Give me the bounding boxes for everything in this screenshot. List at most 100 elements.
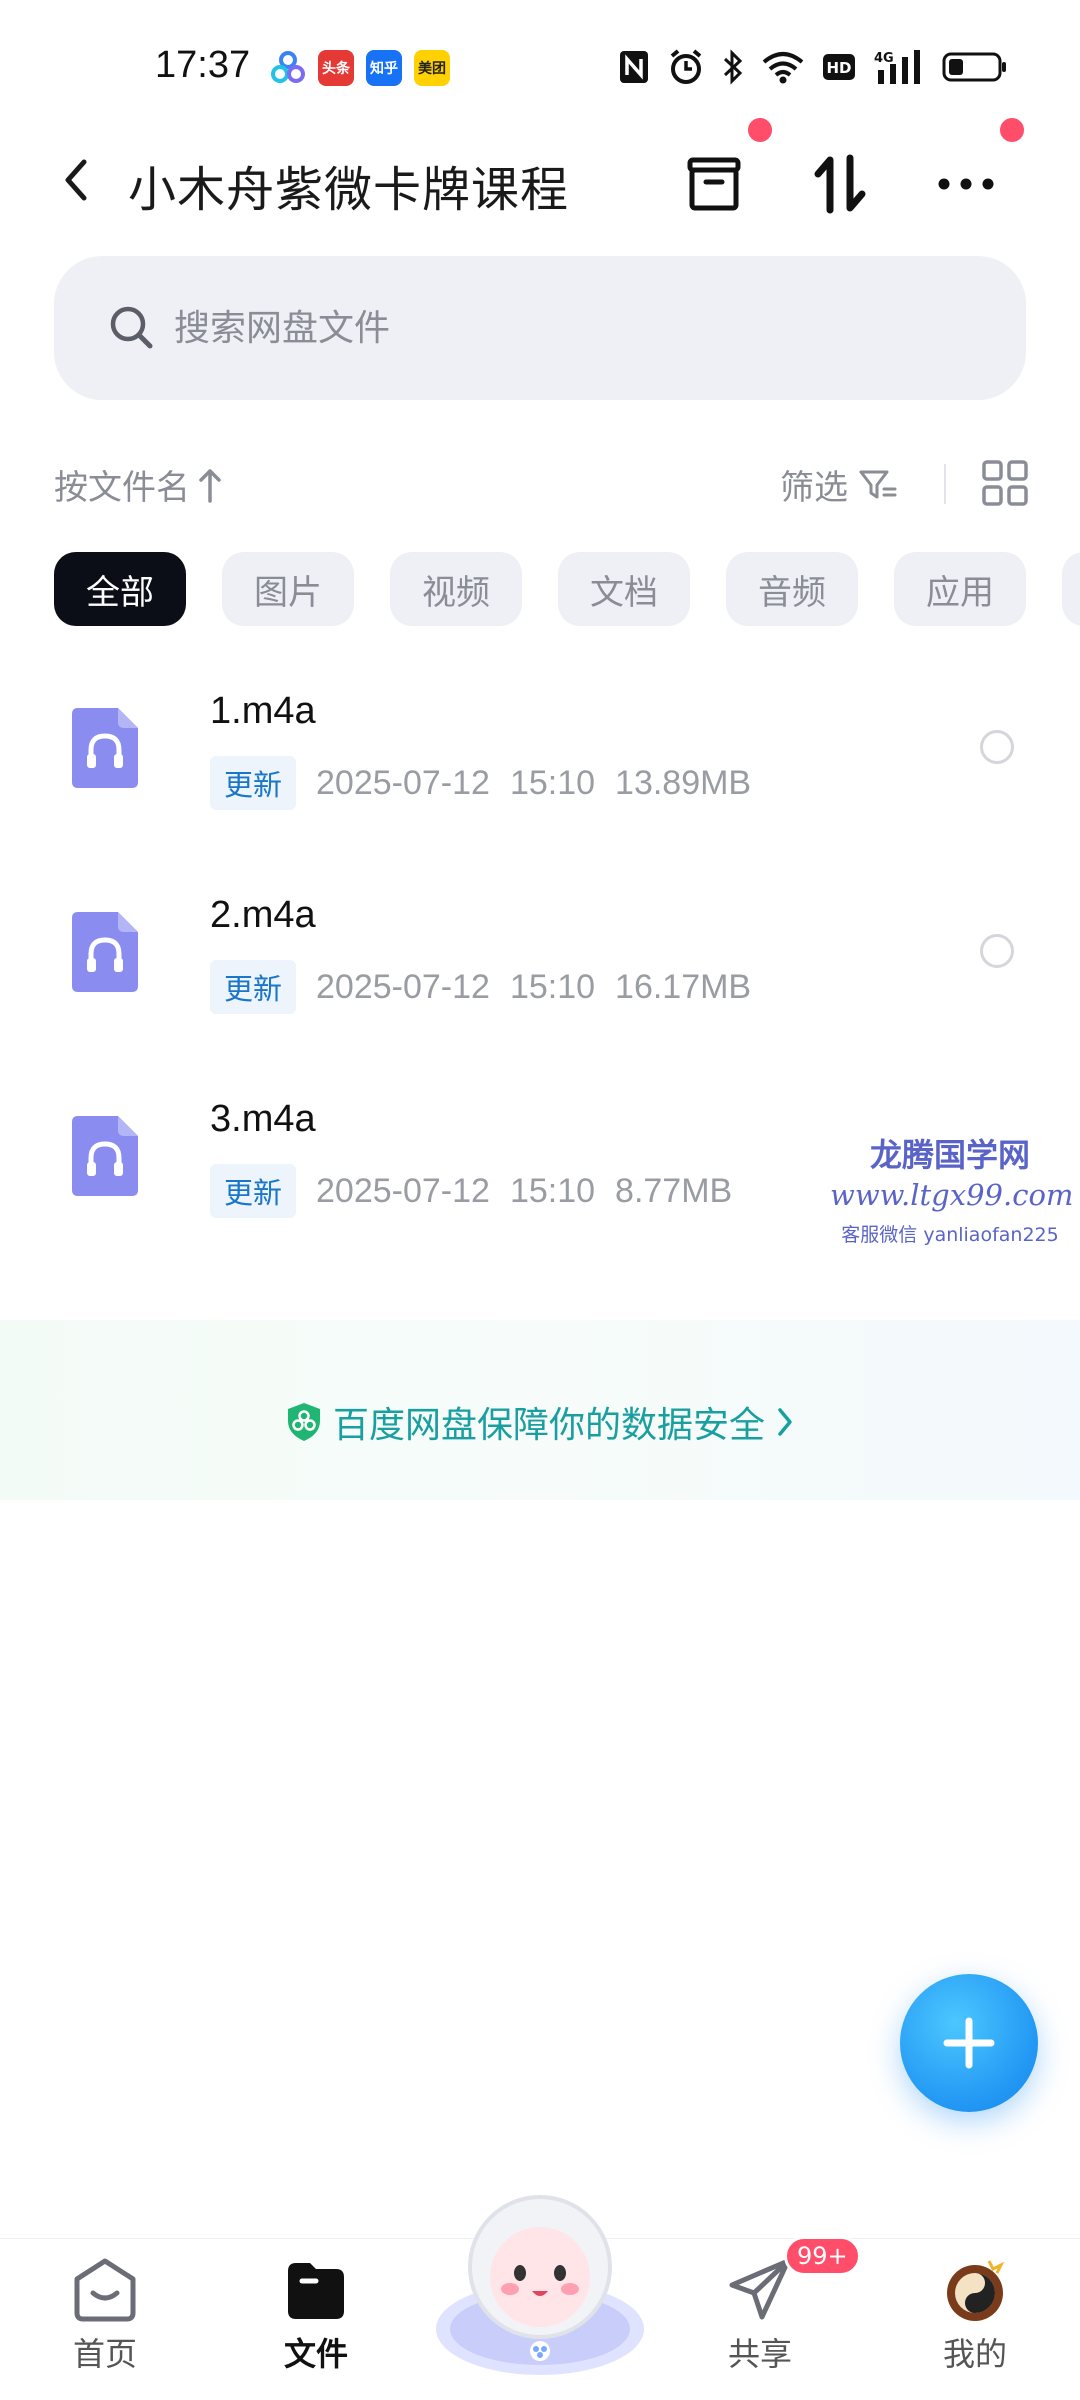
- nav-files-label: 文件: [283, 2335, 348, 2373]
- file-name: 3.m4a: [210, 1098, 316, 1140]
- watermark: 龙腾国学网 www.ltgx99.com 客服微信 yanliaofan225: [830, 1130, 1073, 1247]
- audio-file-icon: [72, 708, 138, 788]
- watermark-contact: 客服微信 yanliaofan225: [841, 1224, 1059, 1246]
- grid-view-button[interactable]: [980, 458, 1030, 508]
- file-meta: 更新 2025-07-12 15:10 13.89MB: [210, 756, 751, 810]
- chevron-right-icon: [778, 1408, 792, 1436]
- sort-filter-row: 按文件名 筛选: [0, 450, 1080, 516]
- update-tag: 更新: [210, 1164, 297, 1218]
- header: 小木舟紫微卡牌课程: [0, 118, 1080, 230]
- more-options-button[interactable]: [926, 144, 1006, 224]
- file-size: 8.77MB: [615, 1171, 733, 1210]
- nav-share[interactable]: 共享: [690, 2257, 830, 2397]
- file-name: 2.m4a: [210, 894, 316, 936]
- file-time: 15:10: [509, 1171, 596, 1210]
- page-title: 小木舟紫微卡牌课程: [128, 162, 570, 218]
- security-text: 百度网盘保障你的数据安全: [332, 1405, 765, 1446]
- list-item[interactable]: 1.m4a 更新 2025-07-12 15:10 13.89MB: [0, 660, 1080, 864]
- paper-plane-icon: [729, 2258, 791, 2320]
- chip-apps[interactable]: 应用: [894, 552, 1026, 626]
- bluetooth-icon: [722, 48, 744, 86]
- chip-more-partial[interactable]: [1062, 552, 1080, 626]
- sort-order-button[interactable]: [800, 144, 880, 224]
- meituan-app-icon: 美团: [414, 50, 450, 86]
- filter-button[interactable]: 筛选: [780, 460, 898, 509]
- back-button[interactable]: [50, 152, 100, 208]
- zhihu-app-icon: 知乎: [366, 50, 402, 86]
- search-icon: [106, 302, 158, 354]
- sort-label: 按文件名: [54, 468, 190, 508]
- shield-icon: [287, 1403, 320, 1441]
- mascot-button[interactable]: [430, 2179, 650, 2379]
- file-date: 2025-07-12: [316, 763, 490, 802]
- home-icon: [74, 2258, 136, 2322]
- grid-icon: [982, 460, 1028, 506]
- status-bar: 17:37 头条 知乎 美团 HD 4G: [0, 0, 1080, 120]
- signal-icon: 4G: [874, 48, 924, 86]
- transfer-list-button[interactable]: [674, 144, 754, 224]
- file-date: 2025-07-12: [316, 967, 490, 1006]
- alarm-icon: [668, 48, 704, 86]
- update-tag: 更新: [210, 756, 297, 810]
- nav-files[interactable]: 文件: [246, 2257, 386, 2397]
- select-radio[interactable]: [980, 730, 1014, 764]
- sort-by-name-button[interactable]: 按文件名: [54, 460, 222, 509]
- chevron-left-icon: [65, 159, 87, 201]
- arrow-up-icon: [199, 468, 221, 503]
- file-name: 1.m4a: [210, 690, 316, 732]
- nav-share-label: 共享: [727, 2335, 792, 2373]
- chip-images[interactable]: 图片: [222, 552, 354, 626]
- list-item[interactable]: 2.m4a 更新 2025-07-12 15:10 16.17MB: [0, 864, 1080, 1068]
- mascot-icon: [436, 2195, 644, 2375]
- search-bar[interactable]: [54, 256, 1026, 400]
- update-tag: 更新: [210, 960, 297, 1014]
- baidu-netdisk-app-icon: [270, 50, 306, 86]
- notification-dot: [1000, 118, 1024, 142]
- share-badge: 99+: [784, 2236, 861, 2276]
- status-indicators: HD 4G: [618, 48, 1008, 86]
- nav-home-label: 首页: [72, 2335, 137, 2373]
- file-time: 15:10: [509, 967, 596, 1006]
- audio-file-icon: [72, 1116, 138, 1196]
- wifi-icon: [762, 48, 804, 86]
- avatar: [947, 2260, 1005, 2321]
- select-radio[interactable]: [980, 934, 1014, 968]
- bottom-nav: 首页 文件 共享 我的: [0, 2195, 1080, 2400]
- file-size: 13.89MB: [615, 763, 752, 802]
- security-banner[interactable]: 百度网盘保障你的数据安全: [0, 1396, 1080, 1448]
- chip-audio[interactable]: 音频: [726, 552, 858, 626]
- search-input[interactable]: [174, 298, 974, 358]
- add-button[interactable]: [900, 1974, 1038, 2112]
- battery-icon: [942, 48, 1008, 86]
- status-time: 17:37: [155, 44, 251, 86]
- file-size: 16.17MB: [615, 967, 752, 1006]
- nav-home[interactable]: 首页: [35, 2257, 175, 2397]
- file-time: 15:10: [509, 763, 596, 802]
- plus-icon: [943, 2017, 995, 2069]
- nfc-icon: [618, 48, 650, 86]
- category-chips: 全部 图片 视频 文档 音频 应用: [54, 552, 1026, 626]
- divider: [944, 464, 946, 504]
- file-date: 2025-07-12: [316, 1171, 490, 1210]
- file-meta: 更新 2025-07-12 15:10 16.17MB: [210, 960, 751, 1014]
- nav-me-label: 我的: [942, 2335, 1007, 2373]
- filter-icon: [859, 470, 897, 498]
- more-dots-icon: [938, 178, 994, 190]
- chip-videos[interactable]: 视频: [390, 552, 522, 626]
- svg-text:HD: HD: [826, 59, 851, 77]
- toutiao-app-icon: 头条: [318, 50, 354, 86]
- filter-label: 筛选: [780, 468, 848, 508]
- status-app-icons: 头条 知乎 美团: [270, 50, 450, 86]
- notification-dot: [748, 118, 772, 142]
- chip-all[interactable]: 全部: [54, 552, 186, 626]
- chip-documents[interactable]: 文档: [558, 552, 690, 626]
- file-meta: 更新 2025-07-12 15:10 8.77MB: [210, 1164, 732, 1218]
- nav-me[interactable]: 我的: [905, 2257, 1045, 2397]
- watermark-title: 龙腾国学网: [869, 1136, 1030, 1174]
- archive-box-icon: [687, 157, 741, 211]
- folder-icon: [288, 2263, 344, 2319]
- svg-text:4G: 4G: [874, 51, 894, 66]
- audio-file-icon: [72, 912, 138, 992]
- swap-vertical-icon: [814, 154, 866, 214]
- hd-icon: HD: [822, 48, 856, 86]
